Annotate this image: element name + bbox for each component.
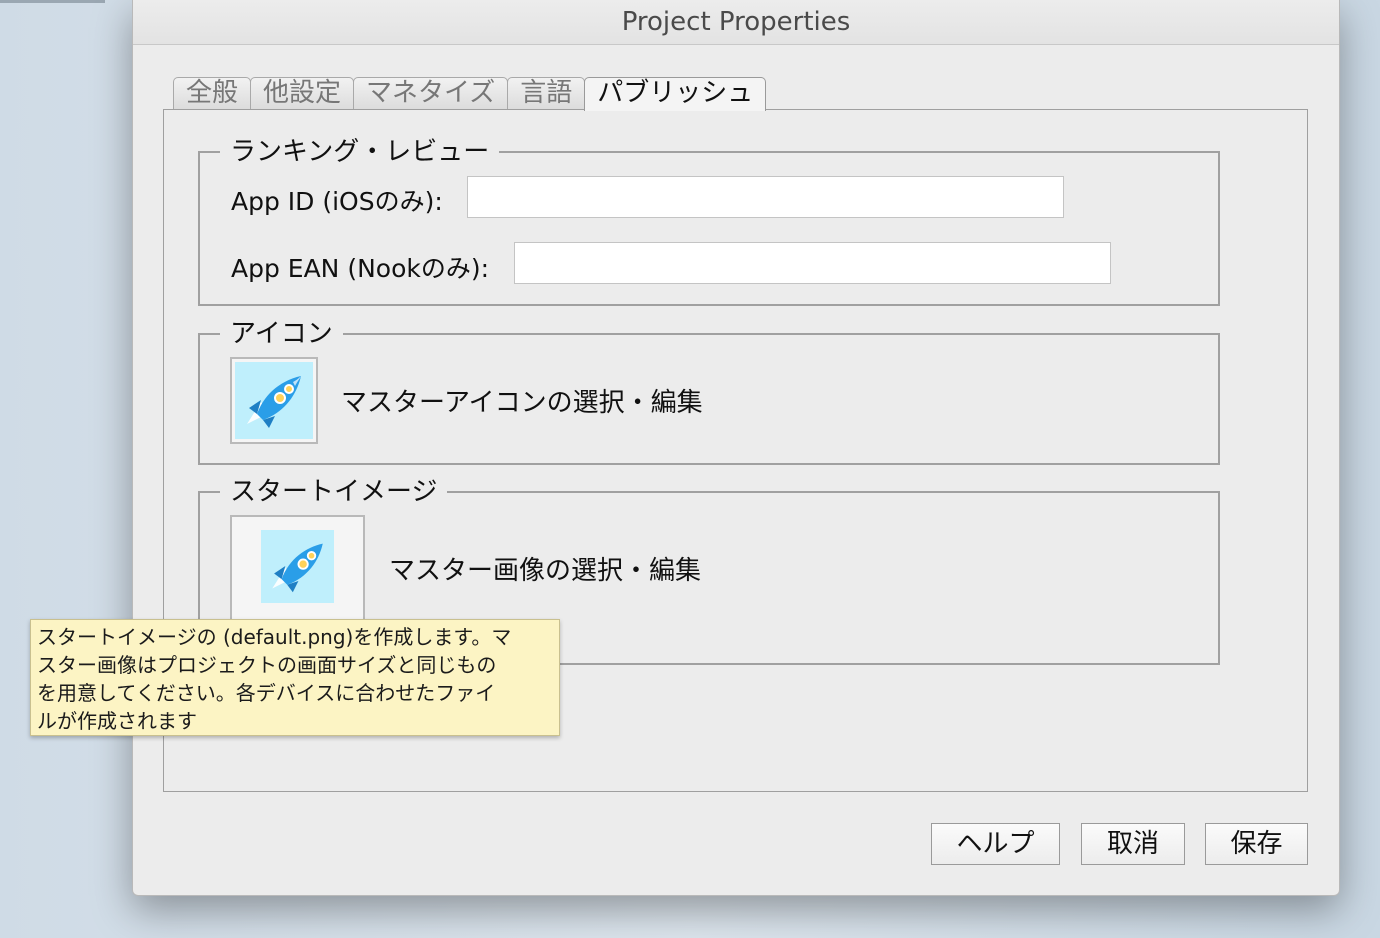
master-image-button[interactable] <box>230 515 365 621</box>
tab-monetize[interactable]: マネタイズ <box>353 77 509 109</box>
cancel-button[interactable]: 取消 <box>1081 823 1185 865</box>
select-master-image-link[interactable]: マスター画像の選択・編集 <box>389 550 701 587</box>
tooltip-line: スタートイメージの (default.png)を作成します。マ <box>37 625 512 649</box>
icon-group-legend: アイコン <box>230 319 333 349</box>
app-ean-label: App EAN (Nookのみ): <box>231 254 490 283</box>
background-window-edge <box>0 0 105 3</box>
select-master-icon-link[interactable]: マスターアイコンの選択・編集 <box>341 382 703 419</box>
rocket-icon <box>261 530 334 603</box>
tab-general[interactable]: 全般 <box>173 77 252 109</box>
tab-publish[interactable]: パブリッシュ <box>584 77 767 111</box>
start-image-legend: スタートイメージ <box>230 477 438 507</box>
project-properties-dialog: Project Properties 全般 他設定 マネタイズ 言語 パブリッシ… <box>132 0 1340 896</box>
app-id-input[interactable] <box>467 176 1064 218</box>
app-ean-input[interactable] <box>514 242 1111 284</box>
app-id-label: App ID (iOSのみ): <box>231 187 443 216</box>
save-button[interactable]: 保存 <box>1205 823 1308 865</box>
tooltip-line: を用意してください。各デバイスに合わせたファイ <box>37 681 496 705</box>
start-image-tooltip: スタートイメージの (default.png)を作成します。マ スター画像はプロ… <box>30 619 560 736</box>
rocket-icon <box>235 362 313 439</box>
help-button[interactable]: ヘルプ <box>931 823 1060 865</box>
tab-language[interactable]: 言語 <box>507 77 586 109</box>
tooltip-line: スター画像はプロジェクトの画面サイズと同じもの <box>37 653 497 677</box>
tab-other-settings[interactable]: 他設定 <box>250 77 355 109</box>
master-icon-button[interactable] <box>230 357 318 444</box>
tab-bar: 全般 他設定 マネタイズ 言語 パブリッシュ <box>173 77 767 111</box>
window-title: Project Properties <box>133 0 1339 45</box>
ranking-review-legend: ランキング・レビュー <box>230 137 490 167</box>
tooltip-line: ルが作成されます <box>37 709 197 733</box>
